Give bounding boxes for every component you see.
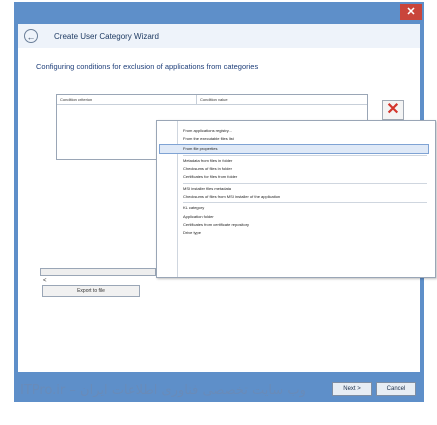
scroll-left-arrow-icon[interactable]: < xyxy=(41,278,47,284)
menu-item-checksums-from-folder[interactable]: Checksums of files in folder xyxy=(157,165,435,173)
cancel-button[interactable]: Cancel xyxy=(376,382,416,396)
column-condition-criterion[interactable]: Condition criterion xyxy=(57,95,197,104)
grid-header: Condition criterion Condition value xyxy=(57,95,367,105)
menu-item-from-executable-files-list[interactable]: From the executable files list xyxy=(157,135,435,143)
wizard-title: Create User Category Wizard xyxy=(54,31,159,41)
condition-type-menu: From applications registry... From the e… xyxy=(156,120,436,278)
menu-item-metadata-from-folder[interactable]: Metadata from files in folder xyxy=(157,157,435,165)
menu-item-from-applications-registry[interactable]: From applications registry... xyxy=(157,127,435,135)
next-button[interactable]: Next > xyxy=(332,382,372,396)
menu-separator xyxy=(183,202,427,204)
menu-item-from-file-properties[interactable]: From file properties xyxy=(159,143,429,154)
menu-item-msi-checksums[interactable]: Checksums of files from MSI installer of… xyxy=(157,193,435,201)
footer-buttons: Next > Cancel xyxy=(332,382,416,396)
delete-x-icon: ✕ xyxy=(386,101,400,118)
menu-item-certificates-from-folder[interactable]: Certificates for files from folder xyxy=(157,173,435,181)
site-watermark: ITPro.ir – وب سایت تخصصی فناوری اطلاعات … xyxy=(20,383,306,398)
wizard-header: ← Create User Category Wizard xyxy=(18,24,420,48)
menu-separator xyxy=(183,154,427,156)
menu-item-msi-metadata[interactable]: MSI installer files metadata xyxy=(157,185,435,193)
export-to-file-button[interactable]: Export to file xyxy=(42,285,140,297)
window-close-button[interactable]: ✕ xyxy=(400,4,422,20)
back-arrow-icon[interactable]: ← xyxy=(24,29,38,43)
horizontal-scrollbar[interactable]: < xyxy=(40,268,156,284)
delete-condition-button[interactable]: ✕ xyxy=(382,100,404,120)
menu-item-application-folder[interactable]: Application folder xyxy=(157,213,435,221)
menu-item-certificates-from-repository[interactable]: Certificates from certificate repository xyxy=(157,221,435,229)
menu-item-kl-category[interactable]: KL category xyxy=(157,204,435,212)
page-heading: Configuring conditions for exclusion of … xyxy=(36,62,259,71)
column-condition-value[interactable]: Condition value xyxy=(197,95,228,104)
menu-separator xyxy=(183,182,427,184)
menu-item-drive-type[interactable]: Drive type xyxy=(157,229,435,237)
